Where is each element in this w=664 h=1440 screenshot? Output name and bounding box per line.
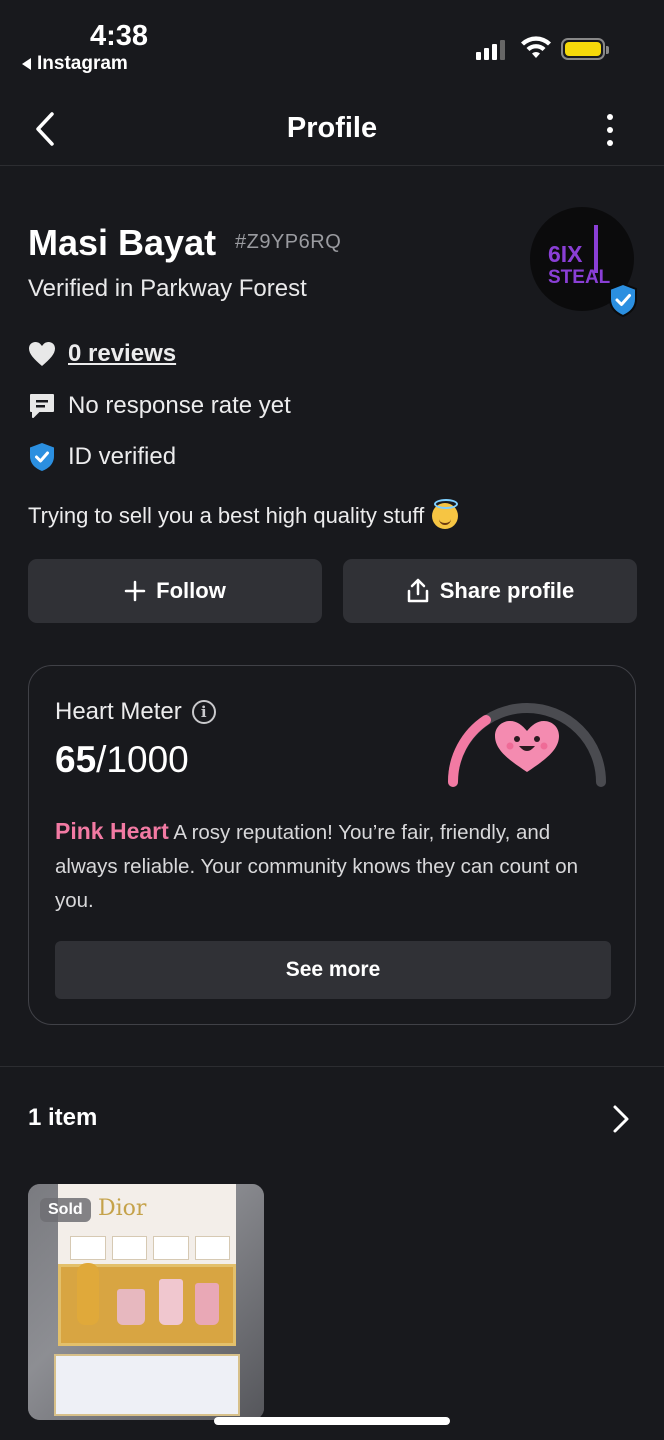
product-tray [58,1263,236,1346]
heart-meter-gauge [447,703,606,787]
items-count[interactable]: 1 item [28,1104,97,1132]
response-rate-text: No response rate yet [68,392,291,419]
share-profile-button[interactable]: Share profile [343,559,637,623]
bio-text: Trying to sell you a best high quality s… [28,503,425,528]
battery-icon [561,38,609,60]
follow-button[interactable]: Follow [28,559,322,623]
nav-header: Profile [0,90,664,166]
cellular-signal-icon [476,38,505,60]
status-bar: 4:38 Instagram [0,0,664,90]
chat-bubble-icon [28,392,56,420]
sold-badge: Sold [40,1198,91,1222]
smiling-halo-emoji-icon [432,499,459,529]
home-indicator[interactable] [214,1417,450,1425]
product-brand-text: Dior [98,1196,147,1221]
heart-meter-score: 65/1000 [55,739,189,781]
avatar-logo-line1: 6IX [548,241,583,267]
section-divider [0,1066,664,1067]
avatar-logo-line2: STEAL [548,267,611,288]
pink-heart-face-icon [495,721,559,772]
profile-handle: #Z9YP6RQ [235,231,342,253]
follow-label: Follow [156,578,226,603]
back-to-app-link[interactable]: Instagram [22,53,128,75]
cn-tower-logo-shape [594,225,598,273]
avatar[interactable]: 6IX STEAL [530,207,637,317]
more-options-icon[interactable] [600,112,620,148]
wifi-icon [521,36,551,58]
status-time: 4:38 [90,20,149,52]
page-title: Profile [286,112,378,144]
share-upload-icon [407,578,428,603]
heart-meter-card: Heart Meter i 65/1000 Pink Heart A rosy … [28,665,636,1025]
tier-name: Pink Heart [55,818,169,844]
heart-meter-title: Heart Meter i [55,698,216,726]
heart-icon [28,340,56,368]
score-max: /1000 [96,739,189,780]
heart-meter-description: Pink Heart A rosy reputation! You’re fai… [55,814,615,918]
id-verified-text: ID verified [68,443,177,470]
profile-location: Verified in Parkway Forest [28,275,307,302]
back-triangle-icon [22,58,31,70]
heart-meter-label: Heart Meter [55,698,182,725]
product-mini-boxes [70,1236,230,1260]
reviews-count: 0 reviews [68,340,177,367]
share-profile-label: Share profile [439,578,575,603]
listing-thumbnail[interactable]: Dior Sold [28,1184,264,1420]
chevron-right-icon[interactable] [610,1104,632,1134]
back-app-label: Instagram [37,53,128,74]
id-verified-row: ID verified [28,443,176,471]
profile-name: Masi Bayat [28,222,217,263]
response-rate-row: No response rate yet [28,392,291,420]
reviews-link[interactable]: 0 reviews [28,340,176,368]
profile-bio: Trying to sell you a best high quality s… [28,499,459,529]
product-lower-tray [54,1354,240,1416]
shield-check-icon [28,443,56,471]
info-icon[interactable]: i [191,700,216,724]
see-more-button[interactable]: See more [55,941,611,999]
plus-icon [124,580,146,602]
verified-badge-icon [609,283,637,317]
score-value: 65 [55,739,97,780]
